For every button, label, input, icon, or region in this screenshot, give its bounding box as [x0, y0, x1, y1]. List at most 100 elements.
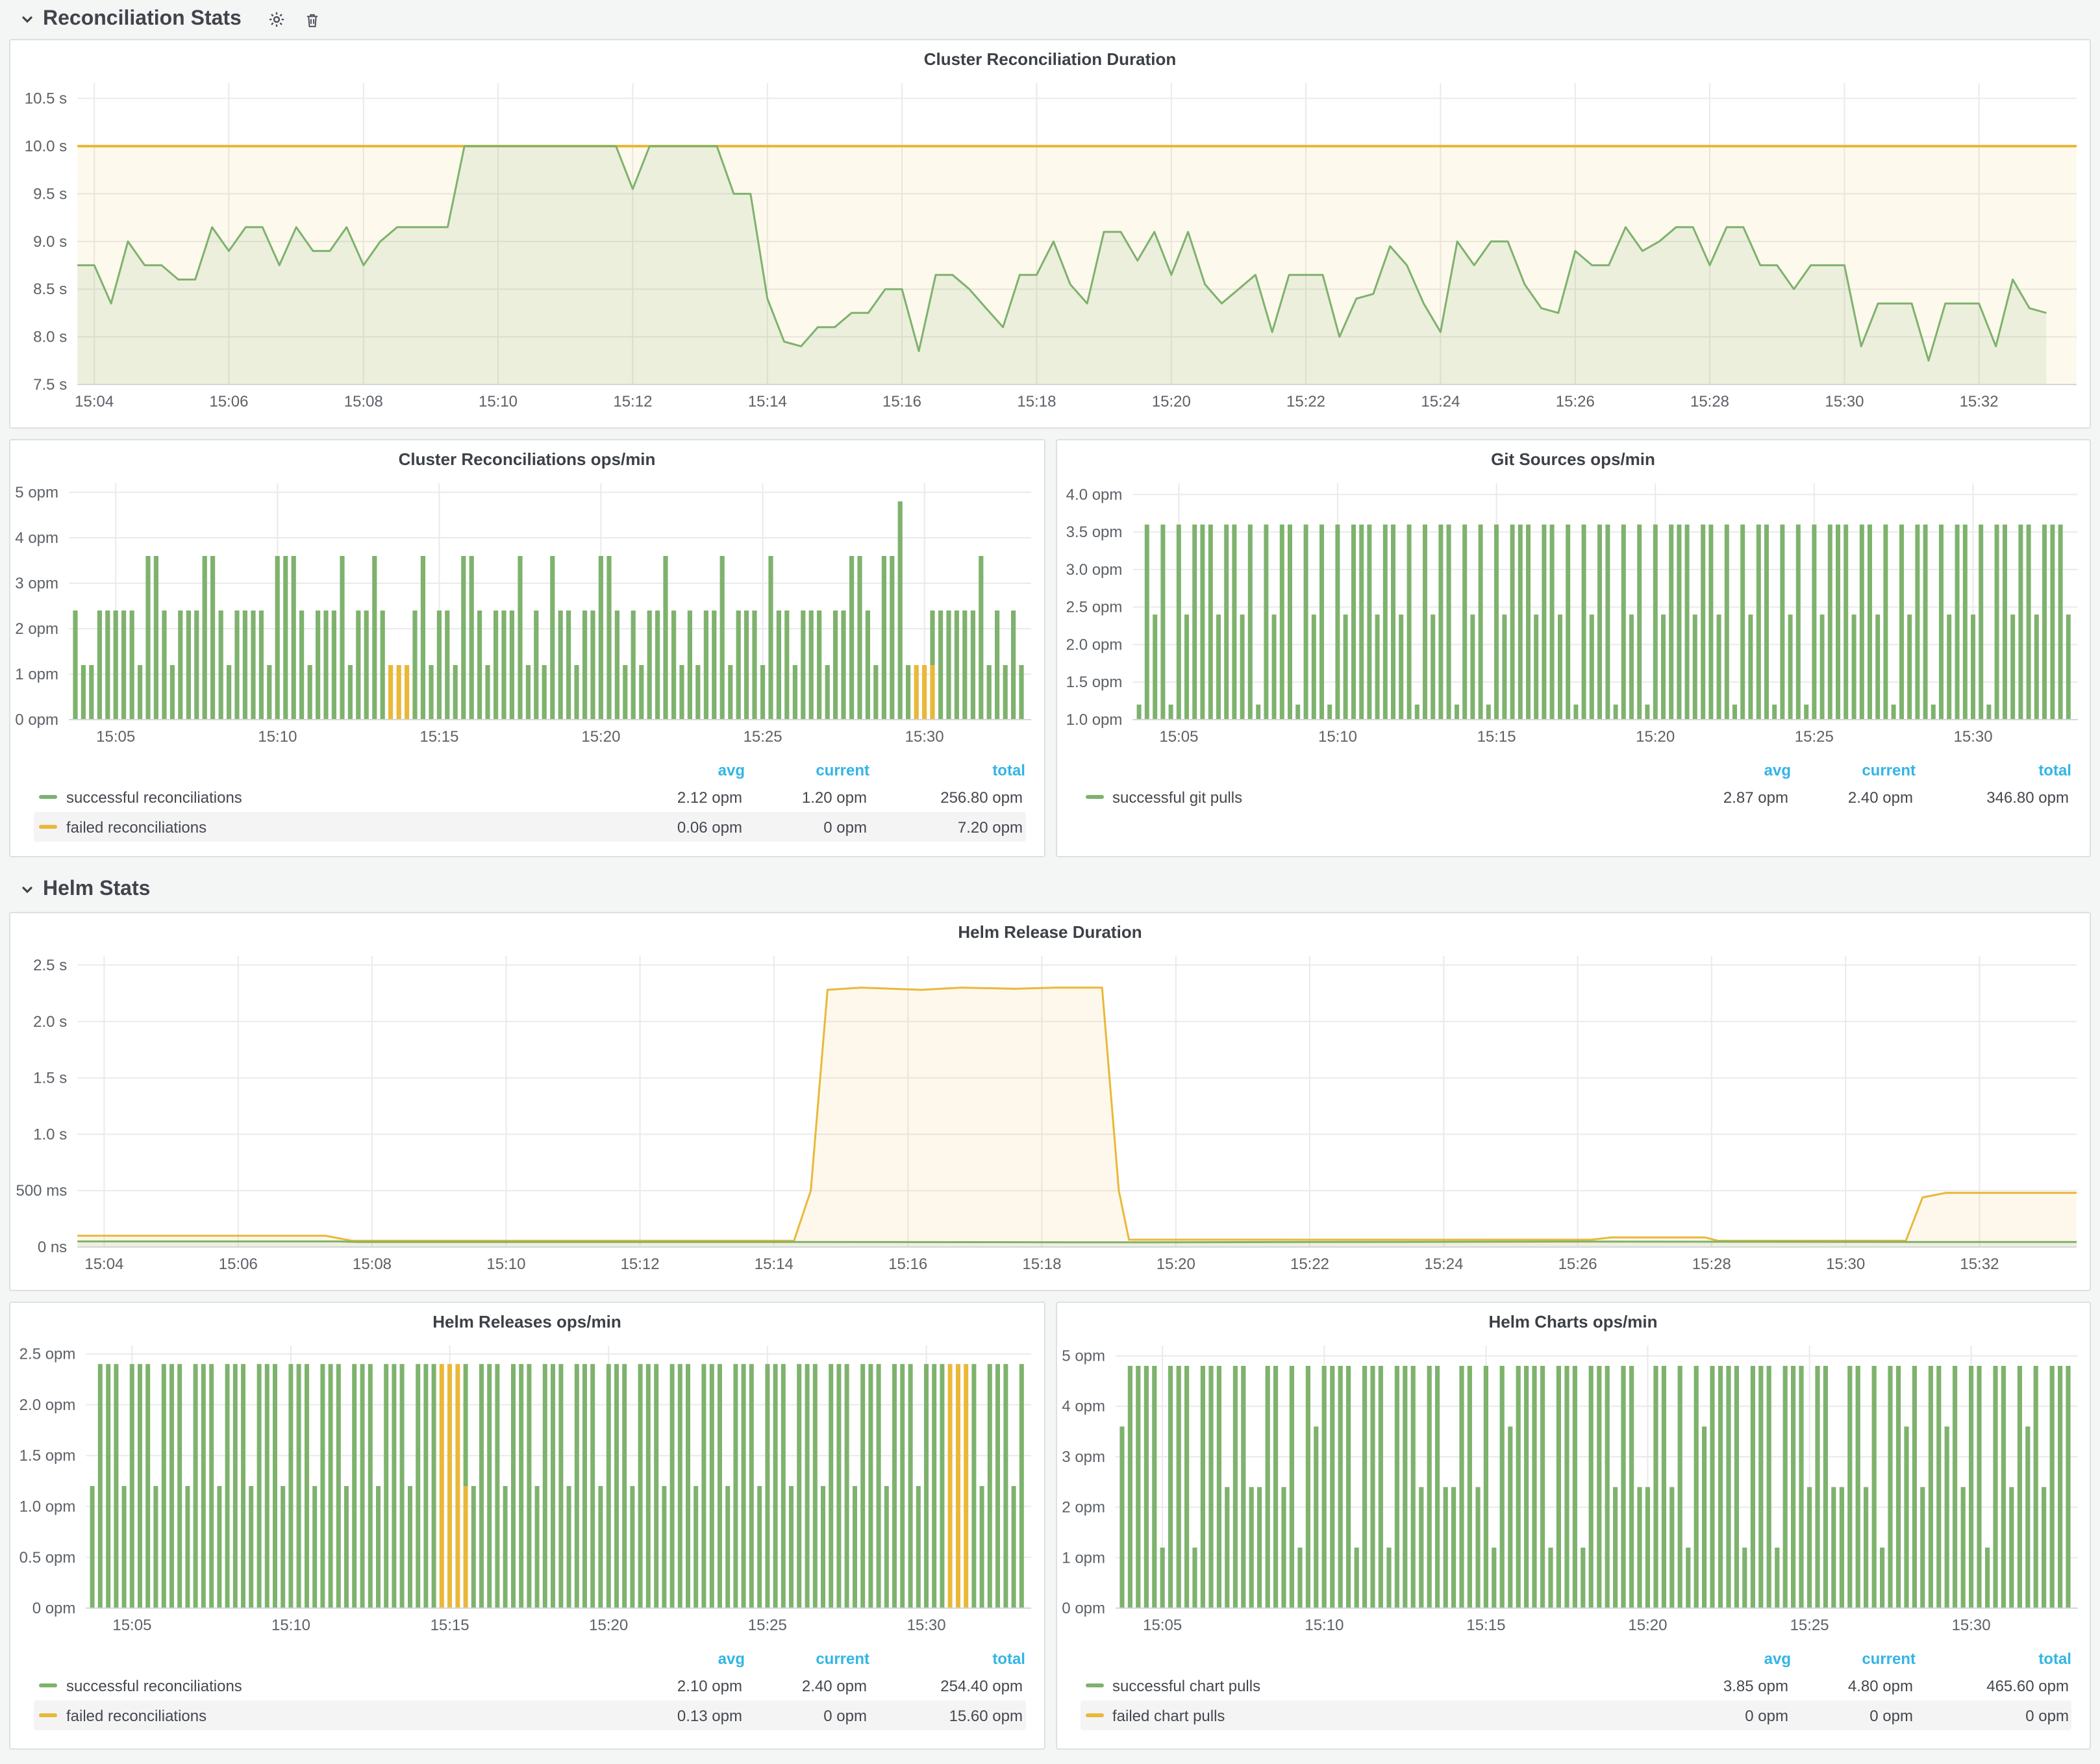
legend-header: avg current total: [34, 1647, 1025, 1670]
series-color-dash: [1085, 1683, 1103, 1687]
svg-text:15:20: 15:20: [1152, 393, 1191, 410]
svg-text:10.5 s: 10.5 s: [25, 90, 67, 107]
panel-cluster-reconciliations-opm: Cluster Reconciliations ops/min 5 opm4 o…: [9, 439, 1045, 857]
svg-text:2.0 opm: 2.0 opm: [1066, 636, 1122, 653]
svg-text:0.5 opm: 0.5 opm: [19, 1549, 76, 1567]
svg-text:4 opm: 4 opm: [1061, 1398, 1105, 1415]
legend-total-value: 254.40 opm: [867, 1676, 1023, 1695]
legend-total-value: 15.60 opm: [867, 1706, 1023, 1724]
legend-current-value: 0 opm: [1788, 1706, 1913, 1724]
legend-series-label[interactable]: successful reconciliations: [66, 1676, 242, 1695]
chevron-down-icon[interactable]: [19, 882, 35, 898]
svg-text:15:04: 15:04: [84, 1255, 123, 1273]
svg-text:8.0 s: 8.0 s: [33, 329, 67, 346]
panel-cluster-reconciliation-duration: Cluster Reconciliation Duration 10.5 s10…: [9, 39, 2091, 429]
section-title[interactable]: Reconciliation Stats: [43, 8, 242, 31]
svg-text:15:20: 15:20: [1156, 1255, 1195, 1273]
legend-header: avg current total: [34, 759, 1025, 782]
svg-text:15:06: 15:06: [209, 393, 248, 410]
svg-text:15:25: 15:25: [748, 1617, 787, 1634]
svg-text:2.5 opm: 2.5 opm: [19, 1346, 76, 1363]
gear-icon[interactable]: [268, 10, 286, 29]
legend-avg-value: 3.85 opm: [1669, 1676, 1788, 1695]
svg-text:15:24: 15:24: [1421, 393, 1460, 410]
section-title[interactable]: Helm Stats: [43, 878, 150, 901]
cluster-reconciliations-opm-chart[interactable]: 5 opm4 opm3 opm2 opm1 opm0 opm15:0515:10…: [10, 473, 1044, 748]
panel-git-sources-opm: Git Sources ops/min 4.0 opm3.5 opm3.0 op…: [1055, 439, 2091, 857]
svg-text:15:16: 15:16: [882, 393, 921, 410]
svg-text:0 opm: 0 opm: [1061, 1600, 1105, 1617]
series-color-dash: [39, 1683, 57, 1687]
svg-text:15:25: 15:25: [1790, 1617, 1829, 1634]
svg-text:15:08: 15:08: [353, 1255, 392, 1273]
legend-avg-value: 2.10 opm: [623, 1676, 742, 1695]
legend-total-value: 7.20 opm: [867, 818, 1023, 836]
legend-col-total[interactable]: total: [869, 1650, 1025, 1668]
legend-series-label[interactable]: successful reconciliations: [66, 788, 242, 806]
svg-text:15:12: 15:12: [613, 393, 652, 410]
svg-text:15:30: 15:30: [1953, 728, 1992, 746]
svg-text:15:18: 15:18: [1022, 1255, 1061, 1273]
legend-row: failed chart pulls 0 opm 0 opm 0 opm: [1080, 1700, 2071, 1730]
helm-charts-opm-chart[interactable]: 5 opm4 opm3 opm2 opm1 opm0 opm15:0515:10…: [1056, 1335, 2090, 1637]
svg-text:0 opm: 0 opm: [32, 1600, 76, 1617]
svg-text:0 opm: 0 opm: [15, 711, 58, 729]
legend-col-avg[interactable]: avg: [1671, 1650, 1791, 1668]
panel-title[interactable]: Cluster Reconciliations ops/min: [10, 440, 1044, 473]
svg-text:15:16: 15:16: [888, 1255, 927, 1273]
svg-text:1 opm: 1 opm: [15, 666, 58, 683]
legend-series-label[interactable]: successful git pulls: [1112, 788, 1242, 806]
svg-text:15:10: 15:10: [271, 1617, 310, 1634]
svg-text:15:10: 15:10: [258, 728, 297, 746]
trash-icon[interactable]: [304, 11, 321, 28]
svg-text:15:10: 15:10: [479, 393, 518, 410]
svg-text:2.0 s: 2.0 s: [33, 1013, 67, 1031]
git-sources-opm-chart[interactable]: 4.0 opm3.5 opm3.0 opm2.5 opm2.0 opm1.5 o…: [1056, 473, 2090, 748]
panel-title[interactable]: Cluster Reconciliation Duration: [10, 40, 2090, 73]
legend-col-total[interactable]: total: [1916, 1650, 2071, 1668]
legend-col-avg[interactable]: avg: [625, 1650, 745, 1668]
legend-total-value: 0 opm: [1913, 1706, 2069, 1724]
svg-text:15:10: 15:10: [1318, 728, 1356, 746]
legend-current-value: 0 opm: [742, 1706, 867, 1724]
legend-series-label[interactable]: failed reconciliations: [66, 1706, 206, 1724]
svg-text:15:30: 15:30: [907, 1617, 946, 1634]
legend-col-avg[interactable]: avg: [1671, 761, 1791, 779]
panel-helm-charts-opm: Helm Charts ops/min 5 opm4 opm3 opm2 opm…: [1055, 1302, 2091, 1750]
panel-title[interactable]: Git Sources ops/min: [1056, 440, 2090, 473]
legend-current-value: 4.80 opm: [1788, 1676, 1913, 1695]
legend-avg-value: 0 opm: [1669, 1706, 1788, 1724]
legend-col-total[interactable]: total: [1916, 761, 2071, 779]
legend-col-avg[interactable]: avg: [625, 761, 745, 779]
svg-text:15:30: 15:30: [1826, 1255, 1865, 1273]
legend-row: successful chart pulls 3.85 opm 4.80 opm…: [1080, 1670, 2071, 1700]
panel-title[interactable]: Helm Releases ops/min: [10, 1303, 1044, 1335]
cluster-reconciliation-duration-chart[interactable]: 10.5 s10.0 s9.5 s9.0 s8.5 s8.0 s7.5 s15:…: [10, 73, 2090, 413]
legend-series-label[interactable]: failed chart pulls: [1112, 1706, 1225, 1724]
legend-avg-value: 0.06 opm: [623, 818, 742, 836]
legend-col-current[interactable]: current: [1791, 761, 1916, 779]
legend-col-total[interactable]: total: [869, 761, 1025, 779]
legend-row: successful reconciliations 2.12 opm 1.20…: [34, 782, 1025, 812]
legend-row: successful reconciliations 2.10 opm 2.40…: [34, 1670, 1025, 1700]
svg-text:15:24: 15:24: [1424, 1255, 1463, 1273]
legend-series-label[interactable]: failed reconciliations: [66, 818, 206, 836]
legend-col-current[interactable]: current: [745, 761, 869, 779]
panel-title[interactable]: Helm Release Duration: [10, 913, 2090, 946]
legend-col-current[interactable]: current: [1791, 1650, 1916, 1668]
legend-col-current[interactable]: current: [745, 1650, 869, 1668]
panel-title[interactable]: Helm Charts ops/min: [1056, 1303, 2090, 1335]
legend-series-label[interactable]: successful chart pulls: [1112, 1676, 1260, 1695]
svg-text:15:22: 15:22: [1290, 1255, 1329, 1273]
helm-releases-opm-chart[interactable]: 2.5 opm2.0 opm1.5 opm1.0 opm0.5 opm0 opm…: [10, 1335, 1044, 1637]
svg-text:1.0 opm: 1.0 opm: [19, 1498, 76, 1515]
svg-text:15:15: 15:15: [1466, 1617, 1505, 1634]
series-color-dash: [1085, 1713, 1103, 1717]
legend-header: avg current total: [1080, 759, 2071, 782]
helm-release-duration-chart[interactable]: 2.5 s2.0 s1.5 s1.0 s500 ms0 ns15:0415:06…: [10, 946, 2090, 1276]
svg-text:1.5 s: 1.5 s: [33, 1070, 67, 1087]
svg-text:15:06: 15:06: [219, 1255, 258, 1273]
chevron-down-icon[interactable]: [19, 12, 35, 27]
svg-text:15:18: 15:18: [1017, 393, 1056, 410]
svg-text:15:25: 15:25: [744, 728, 782, 746]
